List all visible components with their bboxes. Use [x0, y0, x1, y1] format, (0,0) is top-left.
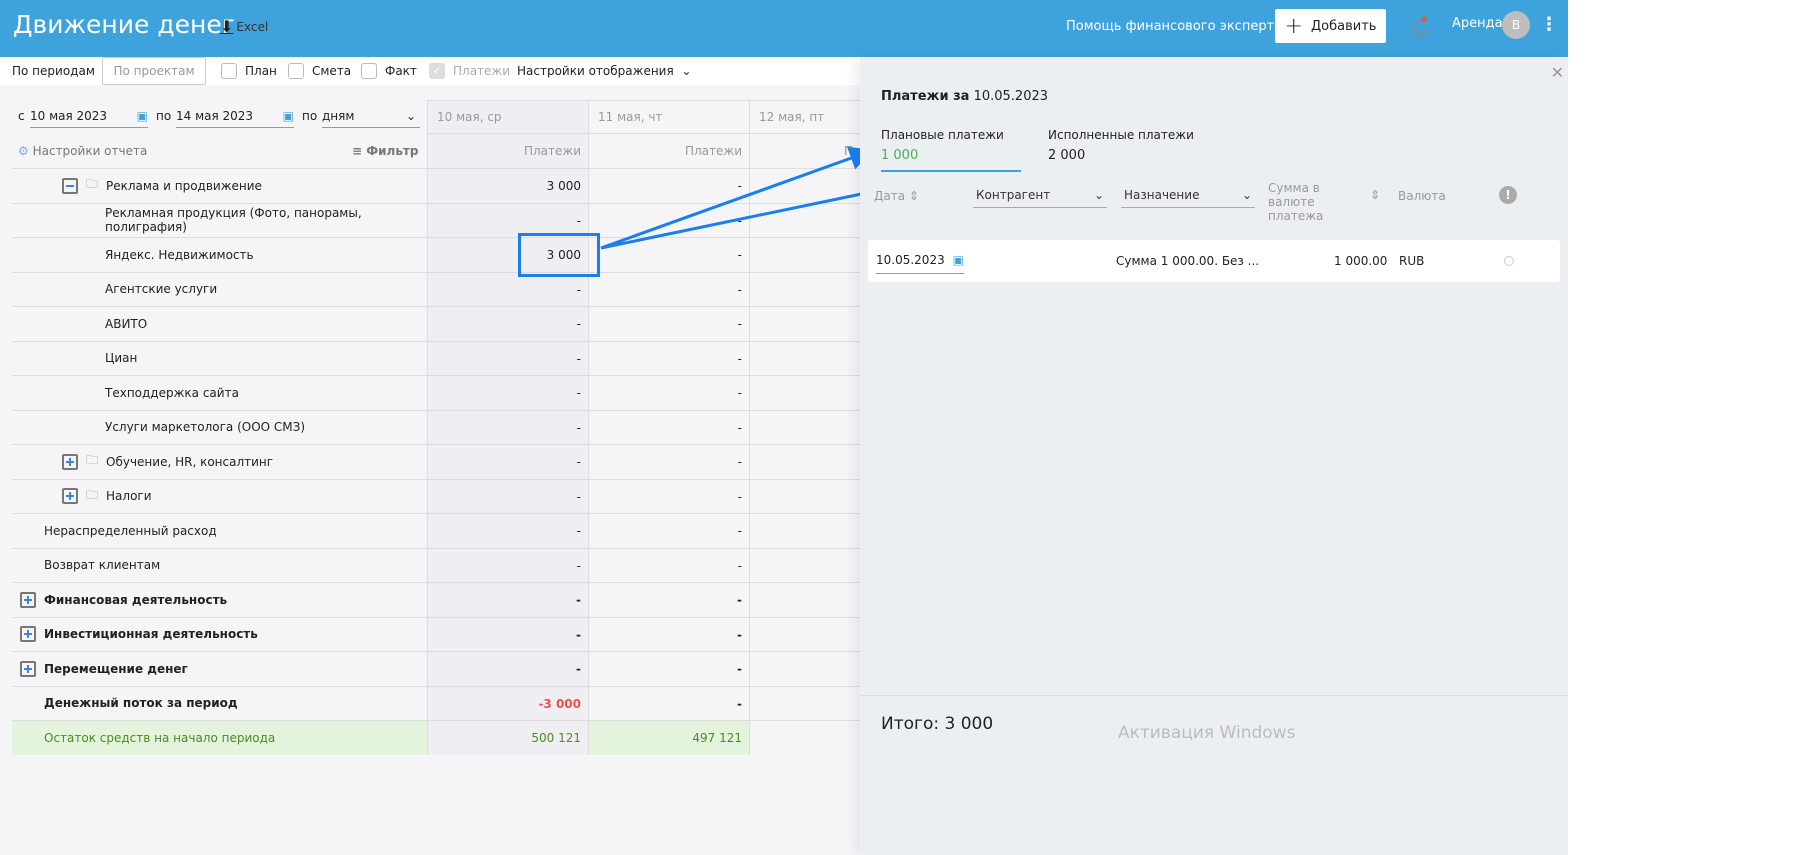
panel-title: Платежи за 10.05.2023	[881, 89, 1048, 104]
amount-sort-header[interactable]: Сумма в валюте платежа	[1268, 181, 1364, 223]
payment-date-input[interactable]: 10.05.2023 ▣	[876, 248, 964, 274]
planned-label: Плановые платежи	[881, 128, 1004, 142]
windows-watermark: Активация Windows	[1118, 723, 1296, 743]
payment-purpose: Сумма 1 000.00. Без ...	[1116, 254, 1260, 268]
date-col-label: Дата	[874, 189, 906, 203]
counterparty-label: Контрагент	[976, 187, 1051, 202]
payment-currency: RUB	[1399, 254, 1425, 268]
done-label: Исполненные платежи	[1048, 128, 1194, 142]
payment-row[interactable]: 10.05.2023 ▣ Сумма 1 000.00. Без ... 1 00…	[868, 240, 1560, 282]
chevron-down-icon: ⌄	[1093, 187, 1104, 202]
app: Движение денег ⬇ Excel Помощь финансового…	[0, 0, 1568, 855]
counterparty-select[interactable]: Контрагент ⌄	[973, 182, 1107, 208]
tab-planned-payments[interactable]: Плановые платежи 1 000	[881, 128, 1021, 172]
amount-col-label: Сумма в валюте платежа	[1268, 181, 1324, 223]
calendar-icon: ▣	[952, 253, 964, 267]
close-icon[interactable]: ✕	[1551, 63, 1564, 82]
payment-radio[interactable]	[1504, 256, 1514, 266]
sort-icon: ⇕	[908, 189, 919, 203]
purpose-select[interactable]: Назначение ⌄	[1121, 182, 1255, 208]
panel-title-prefix: Платежи за	[881, 89, 970, 104]
planned-value: 1 000	[881, 148, 919, 163]
payments-panel: ✕ Платежи за 10.05.2023 Плановые платежи…	[860, 57, 1568, 855]
sort-icon[interactable]: ⇕	[1370, 188, 1380, 202]
panel-date: 10.05.2023	[973, 89, 1049, 104]
date-sort-header[interactable]: Дата ⇕	[874, 189, 919, 203]
done-value: 2 000	[1048, 148, 1086, 163]
total-label: Итого: 3 000	[881, 714, 994, 734]
payment-date: 10.05.2023	[876, 253, 945, 267]
tab-done-payments[interactable]: Исполненные платежи 2 000	[1048, 128, 1194, 163]
chevron-down-icon: ⌄	[1241, 187, 1252, 202]
warning-icon: !	[1499, 186, 1517, 204]
purpose-label: Назначение	[1124, 187, 1200, 202]
payment-amount: 1 000.00	[1334, 254, 1388, 268]
currency-col-label: Валюта	[1398, 189, 1446, 203]
footer-divider	[860, 695, 1568, 696]
